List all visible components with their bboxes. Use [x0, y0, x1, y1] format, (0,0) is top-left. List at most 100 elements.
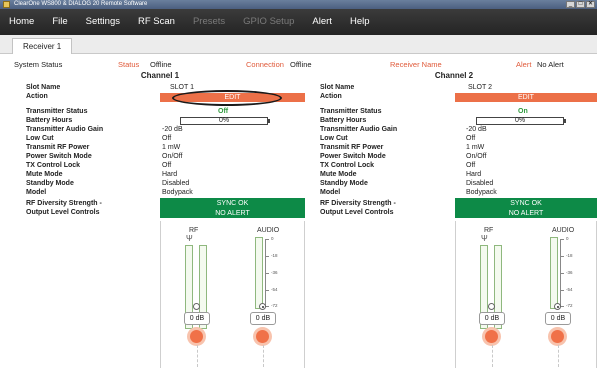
- scale-tick: [265, 290, 269, 291]
- scale-label: -18: [271, 253, 278, 258]
- audio-db-field[interactable]: 0 dB: [250, 312, 276, 325]
- rf-db-field[interactable]: 0 dB: [479, 312, 505, 325]
- slot-name-label: Slot Name: [320, 84, 355, 91]
- system-status-label: System Status: [14, 60, 63, 69]
- window-title: ClearOne WS800 & DIALOG 20 Remote Softwa…: [14, 1, 148, 7]
- audio-radio-button[interactable]: [554, 303, 561, 310]
- maximize-button[interactable]: □: [576, 1, 585, 8]
- rf-diversity-label: RF Diversity Strength -: [320, 200, 396, 207]
- battery-cap: [268, 119, 270, 123]
- window-controls: _ □ ✕: [566, 1, 595, 8]
- alert-label: Alert: [516, 60, 532, 69]
- audio-slider-track[interactable]: [263, 345, 264, 367]
- connection-label: Connection: [246, 60, 284, 69]
- tx-lock-value: Off: [466, 162, 476, 169]
- mute-mode-label: Mute Mode: [320, 171, 357, 178]
- tab-strip: Receiver 1: [0, 35, 597, 54]
- battery-hours-label: Battery Hours: [320, 117, 367, 124]
- channel-2-meter-panel: RF AUDIO Ψ 0 -18 -36 -54 -72 0 dB 0 dB: [455, 221, 597, 368]
- scale-tick: [265, 239, 269, 240]
- transmitter-status-value: Off: [218, 108, 229, 115]
- rf-level-slider-knob[interactable]: [485, 330, 498, 343]
- tx-control-lock-label: TX Control Lock: [320, 162, 375, 169]
- scale-tick: [265, 273, 269, 274]
- mute-mode-value: Hard: [466, 171, 482, 178]
- tab-receiver-1[interactable]: Receiver 1: [12, 38, 73, 54]
- transmit-rf-power-label: Transmit RF Power: [26, 144, 90, 151]
- channel-1-meter-panel: RF AUDIO Ψ 0 -18 -36 -54 -72 0 dB 0 dB: [160, 221, 305, 368]
- standby-mode-label: Standby Mode: [320, 180, 368, 187]
- scale-label: -54: [271, 287, 278, 292]
- slot-name-value: SLOT 2: [468, 84, 492, 91]
- audio-level-slider-knob[interactable]: [551, 330, 564, 343]
- audio-radio-button[interactable]: [259, 303, 266, 310]
- model-value: Bodypack: [466, 189, 497, 196]
- menu-help[interactable]: Help: [341, 9, 379, 35]
- transmitter-audio-gain-label: Transmitter Audio Gain: [26, 126, 104, 133]
- battery-cap: [564, 119, 566, 123]
- standby-mode-value: Disabled: [466, 180, 494, 187]
- status-label: Status: [118, 60, 140, 69]
- model-value: Bodypack: [162, 189, 193, 196]
- audio-meter-label: AUDIO: [552, 227, 575, 234]
- scale-label: -36: [566, 270, 573, 275]
- app-window: ClearOne WS800 & DIALOG 20 Remote Softwa…: [0, 0, 597, 368]
- slot-name-value: SLOT 1: [170, 84, 194, 91]
- audio-db-field[interactable]: 0 dB: [545, 312, 571, 325]
- scale-tick: [560, 239, 564, 240]
- tx-gain-value: -20 dB: [466, 126, 487, 133]
- menu-alert[interactable]: Alert: [303, 9, 341, 35]
- rf-radio-button[interactable]: [193, 303, 200, 310]
- low-cut-label: Low Cut: [320, 135, 348, 142]
- transmit-rf-power-label: Transmit RF Power: [320, 144, 384, 151]
- rf-db-field[interactable]: 0 dB: [184, 312, 210, 325]
- mute-mode-label: Mute Mode: [26, 171, 63, 178]
- rf-radio-button[interactable]: [488, 303, 495, 310]
- low-cut-label: Low Cut: [26, 135, 54, 142]
- scale-label: -36: [271, 270, 278, 275]
- battery-meter: 0%: [180, 117, 268, 125]
- close-button[interactable]: ✕: [586, 1, 595, 8]
- standby-mode-label: Standby Mode: [26, 180, 74, 187]
- antenna-icon: Ψ: [186, 234, 193, 243]
- audio-slider-track[interactable]: [558, 345, 559, 367]
- sync-status-badge: SYNC OK NO ALERT: [455, 198, 597, 218]
- scale-label: -54: [566, 287, 573, 292]
- menu-file[interactable]: File: [43, 9, 76, 35]
- transmitter-audio-gain-label: Transmitter Audio Gain: [320, 126, 398, 133]
- highlight-circle: [172, 90, 282, 106]
- audio-level-slider-knob[interactable]: [256, 330, 269, 343]
- action-label: Action: [26, 93, 48, 100]
- connection-value: Offline: [290, 60, 312, 69]
- transmitter-status-value: On: [518, 108, 528, 115]
- rf-level-slider-knob[interactable]: [190, 330, 203, 343]
- output-level-label: Output Level Controls: [26, 209, 100, 216]
- rf-diversity-label: RF Diversity Strength -: [26, 200, 102, 207]
- edit-button-ch2[interactable]: EDIT: [455, 93, 597, 102]
- scale-label: -18: [566, 253, 573, 258]
- scale-tick: [560, 273, 564, 274]
- menu-presets: Presets: [192, 16, 226, 27]
- model-label: Model: [320, 189, 341, 196]
- alert-status-text: NO ALERT: [215, 209, 250, 217]
- alert-value: No Alert: [537, 60, 564, 69]
- minimize-button[interactable]: _: [566, 1, 575, 8]
- sync-status-badge: SYNC OK NO ALERT: [160, 198, 305, 218]
- rf-slider-track[interactable]: [197, 345, 198, 367]
- scale-label: -72: [566, 303, 573, 308]
- app-icon: [3, 1, 10, 8]
- rf-power-value: 1 mW: [466, 144, 485, 151]
- output-level-label: Output Level Controls: [320, 209, 394, 216]
- menu-home[interactable]: Home: [0, 9, 43, 35]
- low-cut-value: Off: [466, 135, 476, 142]
- title-bar: ClearOne WS800 & DIALOG 20 Remote Softwa…: [0, 0, 597, 9]
- menu-settings[interactable]: Settings: [77, 9, 129, 35]
- tx-gain-value: -20 dB: [162, 126, 183, 133]
- receiver-name-label: Receiver Name: [390, 60, 442, 69]
- menu-rf-scan[interactable]: RF Scan: [129, 9, 184, 35]
- rf-meter-label: RF: [189, 227, 199, 234]
- rf-slider-track[interactable]: [492, 345, 493, 367]
- rf-power-value: 1 mW: [162, 144, 181, 151]
- status-value: Offline: [150, 60, 172, 69]
- power-switch-mode-label: Power Switch Mode: [26, 153, 92, 160]
